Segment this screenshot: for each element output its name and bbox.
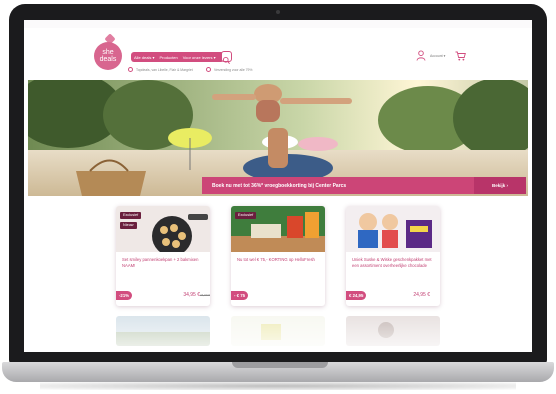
check-icon (128, 67, 133, 72)
exclusive-tag: Exclusief (120, 212, 142, 219)
promo-banner-text: Boek nu met tot 36%* vroegboekkorting bi… (212, 182, 347, 189)
new-tag: Nieuw (120, 222, 137, 229)
exclusive-tag: Exclusief (235, 212, 257, 219)
logo-text-line1: she (102, 49, 114, 56)
account-link[interactable]: Account ▾ (430, 54, 445, 58)
main-nav: Alle deals ▾ Producten Voor onze lezers … (131, 52, 224, 62)
cart-icon[interactable] (455, 51, 466, 61)
top-strip (24, 20, 532, 28)
discount-badge: - € 75 (231, 291, 248, 300)
product-title[interactable]: Set smiley pannenkoekpan + 2 bakmixen NA… (122, 257, 206, 268)
logo-text-line2: deals (99, 56, 117, 63)
webcam (276, 10, 280, 14)
laptop-notch (232, 362, 328, 368)
discount-badge: -21% (116, 291, 133, 300)
browser-screen: she deals Alle deals ▾ Producten Voor on… (24, 20, 532, 352)
search-button[interactable] (221, 51, 232, 64)
laptop-mockup: she deals Alle deals ▾ Producten Voor on… (0, 0, 556, 394)
promo-banner[interactable]: Boek nu met tot 36%* vroegboekkorting bi… (202, 177, 526, 194)
product-price: 24,95 € (413, 292, 430, 298)
laptop-base (2, 362, 554, 382)
nav-item-all-deals[interactable]: Alle deals ▾ (134, 55, 154, 60)
product-image (346, 206, 440, 252)
truck-icon (206, 67, 211, 72)
nav-item-readers[interactable]: Voor onze lezers ▾ (183, 55, 216, 60)
product-title[interactable]: Nu tot wel € 75,- KORTING op HelloFresh (237, 257, 321, 263)
product-old-price: 44,00 € (199, 293, 210, 297)
product-title[interactable]: Uniek Suske & Wiske geschenkpakket met e… (352, 257, 436, 268)
product-card[interactable]: Uniek Suske & Wiske geschenkpakket met e… (346, 206, 440, 306)
product-card[interactable]: Exclusief Nu tot wel € 75,- KORTING op H… (231, 206, 325, 306)
search-icon (222, 56, 230, 64)
nav-item-products[interactable]: Producten (159, 55, 177, 60)
promo-banner-button[interactable]: Bekijk › (474, 177, 526, 194)
usp-1: Topdeals, van Libelle, Flair & Margriet (136, 68, 193, 72)
laptop-shadow (40, 382, 516, 390)
bottom-fade (24, 312, 532, 352)
usp-2: Verzending voor alle 79% (214, 68, 253, 72)
site-logo[interactable]: she deals (94, 42, 122, 70)
price-badge: € 24,95 (346, 291, 367, 300)
user-icon[interactable] (416, 50, 426, 61)
product-card[interactable]: Exclusief Nieuw Set smiley pannenkoekpan… (116, 206, 210, 306)
product-price: 34,95 € (183, 292, 200, 298)
